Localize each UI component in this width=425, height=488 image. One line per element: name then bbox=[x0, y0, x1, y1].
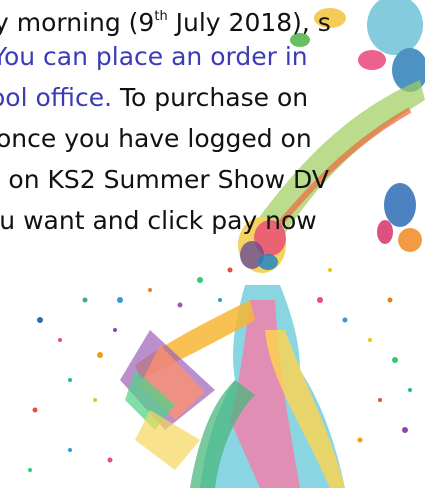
text-line-2: You can place an order in bbox=[0, 42, 308, 71]
text-line-4: once you have logged on bbox=[0, 124, 312, 153]
text-line-5: k on KS2 Summer Show DV bbox=[0, 165, 329, 194]
text-line-1: y morning (9th July 2018), s bbox=[0, 8, 331, 37]
text-line-6: ou want and click pay now bbox=[0, 206, 317, 235]
order-instructions-text: y morning (9th July 2018), s You can pla… bbox=[0, 0, 425, 290]
text-line-3: ool office. To purchase on bbox=[0, 83, 309, 112]
